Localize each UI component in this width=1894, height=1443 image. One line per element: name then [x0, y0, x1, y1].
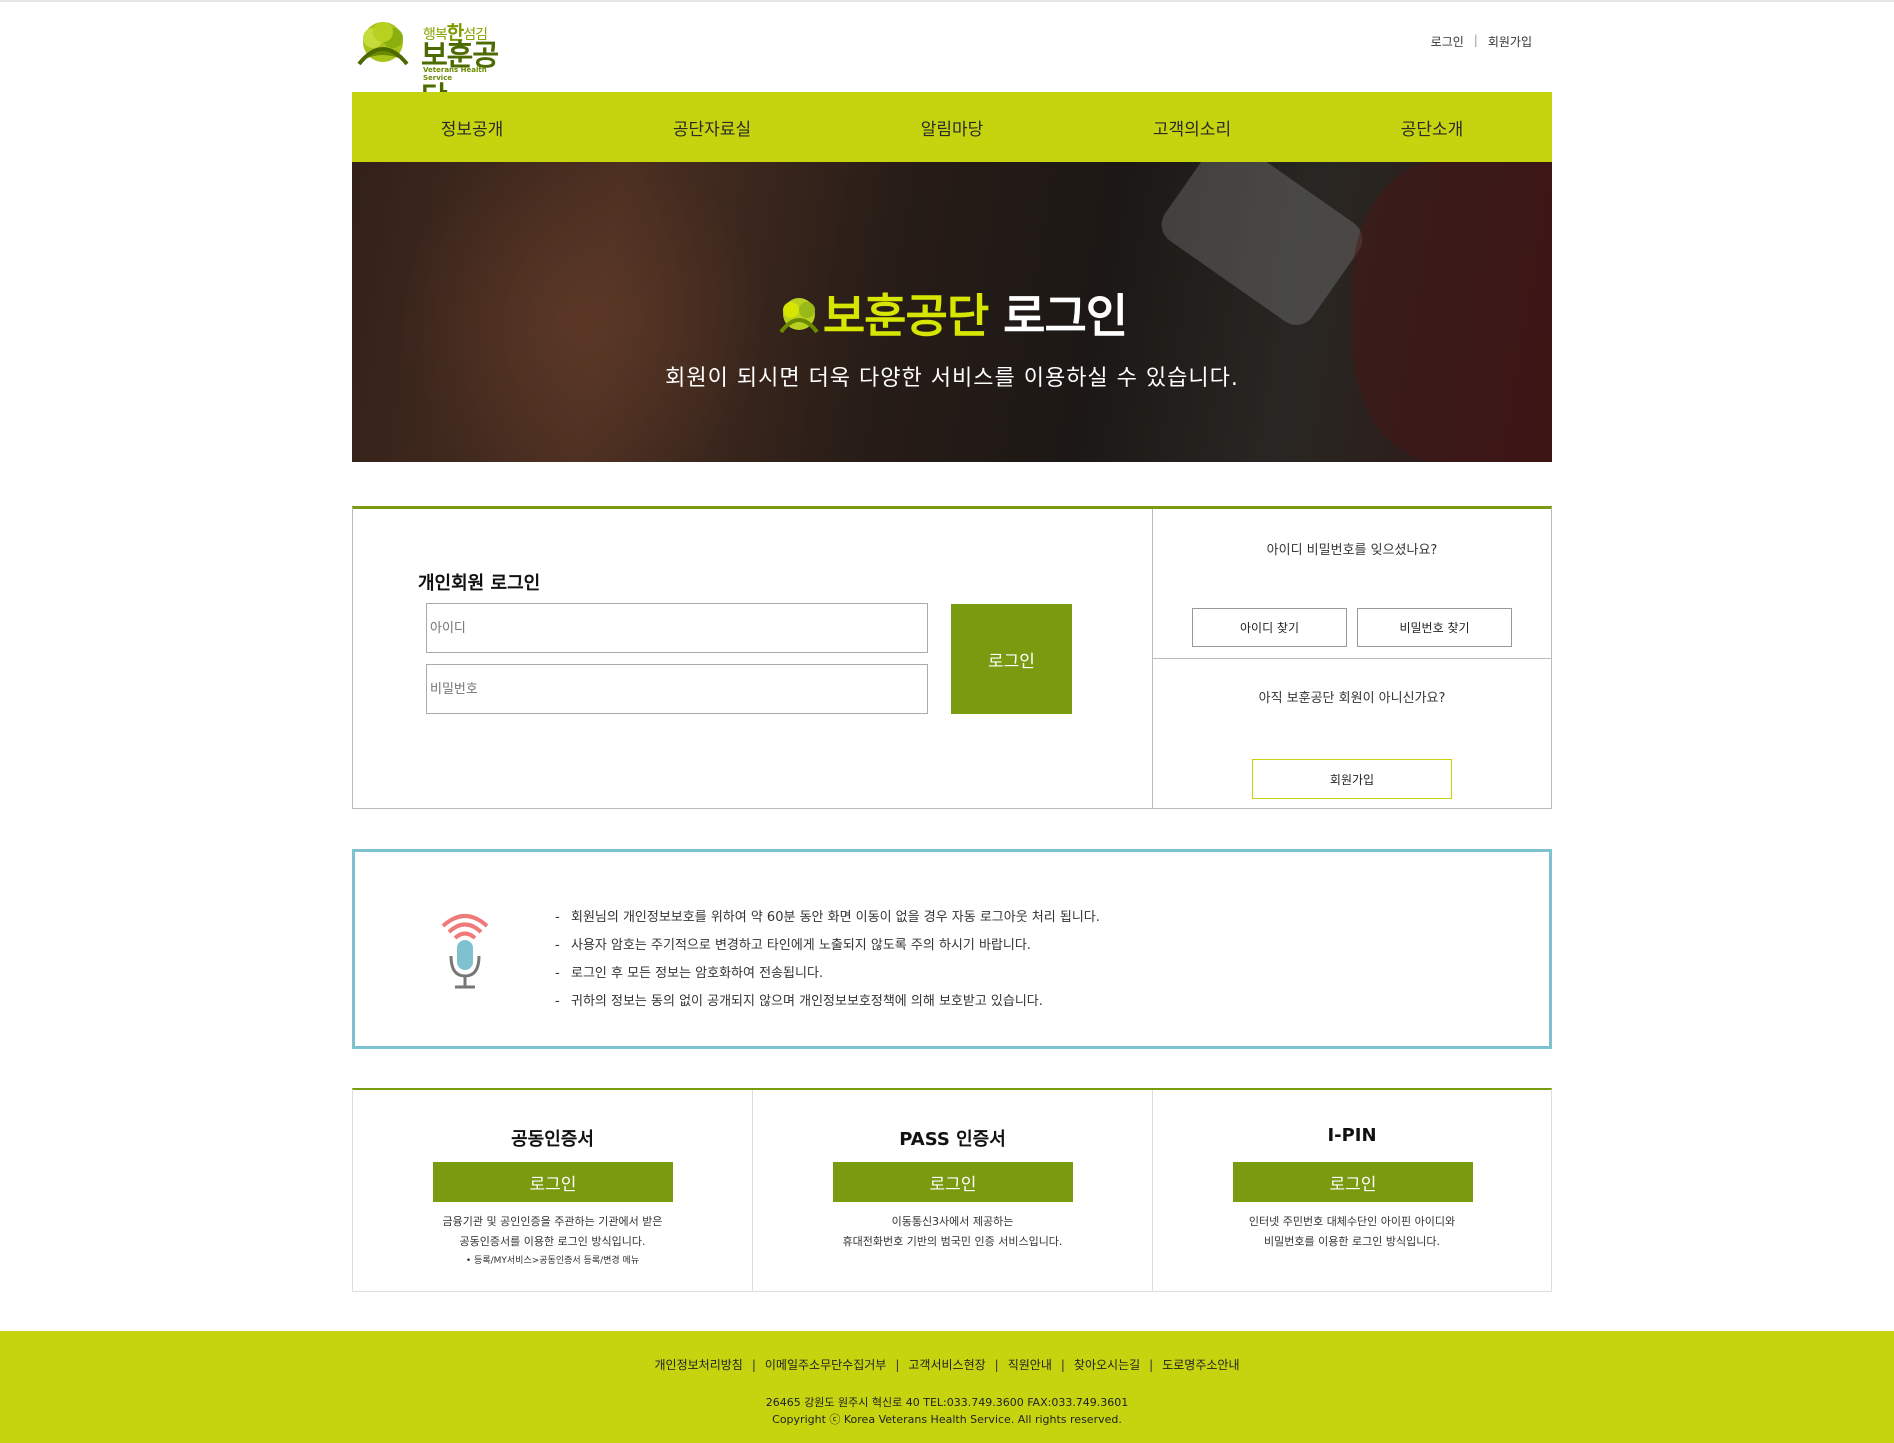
main-nav: 정보공개 공단자료실 알림마당 고객의소리 공단소개 — [352, 92, 1552, 162]
brand-mark-icon — [779, 298, 819, 334]
footer-link-directions[interactable]: 찾아오시는길 — [1074, 1358, 1140, 1372]
nav-item-notice[interactable]: 알림마당 — [832, 92, 1072, 162]
find-password-button[interactable]: 비밀번호 찾기 — [1357, 608, 1512, 647]
microphone-icon — [441, 914, 489, 989]
footer-info: 26465 강원도 원주시 혁신로 40 TEL:033.749.3600 FA… — [0, 1394, 1894, 1428]
cert-description: 이동통신3사에서 제공하는 휴대전화번호 기반의 범국민 인증 서비스입니다. — [842, 1215, 1063, 1248]
forgot-question: 아이디 비밀번호를 잊으셨나요? — [1266, 543, 1438, 558]
password-input[interactable] — [426, 664, 928, 714]
login-form-area: 개인회원 로그인 로그인 — [353, 509, 1153, 808]
footer-address: 26465 강원도 원주시 혁신로 40 TEL:033.749.3600 FA… — [765, 1396, 1129, 1409]
cert-description: 인터넷 주민번호 대체수단인 아이핀 아이디와 비밀번호를 이용한 로그인 방식입… — [1248, 1215, 1456, 1248]
logo-english: Veterans Health Service — [423, 66, 487, 82]
cert-ipin-login-button[interactable]: 로그인 — [1233, 1162, 1473, 1202]
notice-item: - 로그인 후 모든 정보는 암호화하여 전송됩니다. — [555, 966, 824, 981]
footer-link-charter[interactable]: 고객서비스현장 — [908, 1358, 985, 1372]
notice-item: - 사용자 암호는 주기적으로 변경하고 타인에게 노출되지 않도록 주의 하시기… — [555, 938, 1031, 953]
cert-ipin: I-PIN 로그인 인터넷 주민번호 대체수단인 아이핀 아이디와 비밀번호를 이… — [1153, 1090, 1551, 1291]
certificate-login-area: 공동인증서 로그인 금융기관 및 공인인증을 주관하는 기관에서 받은 공동인증서… — [352, 1088, 1552, 1292]
cert-pass: PASS 인증서 로그인 이동통신3사에서 제공하는 휴대전화번호 기반의 범국민… — [753, 1090, 1153, 1291]
nav-item-archive[interactable]: 공단자료실 — [592, 92, 832, 162]
util-separator: | — [1473, 33, 1478, 47]
logo-mark-icon — [357, 22, 409, 66]
nav-item-about[interactable]: 공단소개 — [1312, 92, 1552, 162]
util-login-link[interactable]: 로그인 — [1431, 33, 1464, 50]
footer-link-privacy[interactable]: 개인정보처리방침 — [655, 1358, 743, 1372]
hero-banner: 보훈공단 로그인 회원이 되시면 더욱 다양한 서비스를 이용하실 수 있습니다… — [352, 162, 1552, 462]
nav-item-info[interactable]: 정보공개 — [352, 92, 592, 162]
cert-description: 금융기관 및 공인인증을 주관하는 기관에서 받은 공동인증서를 이용한 로그인 … — [442, 1215, 663, 1248]
site-logo[interactable]: 행복한섬김 보훈공단 Veterans Health Service — [355, 14, 515, 114]
utility-menu: 로그인 | 회원가입 — [1431, 33, 1532, 50]
top-border — [0, 0, 1894, 2]
notice-list: - 회원님의 개인정보보호를 위하여 약 60분 동안 화면 이동이 없을 경우 … — [555, 904, 1100, 1016]
join-button[interactable]: 회원가입 — [1252, 759, 1452, 799]
login-button[interactable]: 로그인 — [951, 604, 1072, 714]
cert-title: 공동인증서 — [511, 1129, 594, 1150]
util-join-link[interactable]: 회원가입 — [1488, 33, 1532, 50]
login-title: 개인회원 로그인 — [418, 573, 541, 594]
banner-title: 보훈공단 로그인 — [352, 280, 1552, 346]
notice-item: - 회원님의 개인정보보호를 위하여 약 60분 동안 화면 이동이 없을 경우 … — [555, 910, 1100, 925]
banner-subtitle: 회원이 되시면 더욱 다양한 서비스를 이용하실 수 있습니다. — [665, 366, 1239, 391]
join-area: 아직 보훈공단 회원이 아니신가요? 회원가입 — [1153, 659, 1551, 809]
cert-pass-login-button[interactable]: 로그인 — [833, 1162, 1073, 1202]
site-footer: 개인정보처리방침 | 이메일주소무단수집거부 | 고객서비스현장 | 직원안내 | 찾아오시는길… — [0, 1331, 1894, 1443]
cert-joint-login-button[interactable]: 로그인 — [433, 1162, 673, 1202]
banner-title-text: 로그인 — [1003, 289, 1128, 343]
not-member-question: 아직 보훈공단 회원이 아니신가요? — [1258, 691, 1446, 706]
cert-note: • 등록/MY서비스>공동인증서 등록/변경 메뉴 — [465, 1256, 640, 1266]
login-panel: 개인회원 로그인 로그인 아이디 비밀번호를 잊으셨나요? 아이디 찾기 비밀번… — [352, 506, 1552, 809]
footer-copyright: Copyright ⓒ Korea Veterans Health Servic… — [772, 1413, 1122, 1426]
security-notice: - 회원님의 개인정보보호를 위하여 약 60분 동안 화면 이동이 없을 경우 … — [352, 849, 1552, 1049]
cert-title: I-PIN — [1327, 1125, 1377, 1146]
cert-joint: 공동인증서 로그인 금융기관 및 공인인증을 주관하는 기관에서 받은 공동인증서… — [353, 1090, 753, 1291]
cert-title: PASS 인증서 — [899, 1129, 1006, 1150]
footer-link-staff[interactable]: 직원안내 — [1008, 1358, 1052, 1372]
footer-links: 개인정보처리방침 | 이메일주소무단수집거부 | 고객서비스현장 | 직원안내 | 찾아오시는길… — [654, 1358, 1240, 1372]
footer-link-address[interactable]: 도로명주소안내 — [1162, 1358, 1239, 1372]
footer-link-email[interactable]: 이메일주소무단수집거부 — [765, 1358, 886, 1372]
find-account-area: 아이디 비밀번호를 잊으셨나요? 아이디 찾기 비밀번호 찾기 — [1153, 509, 1551, 659]
notice-item: - 귀하의 정보는 동의 없이 공개되지 않으며 개인정보보호정책에 의해 보호받… — [555, 994, 1043, 1009]
find-id-button[interactable]: 아이디 찾기 — [1192, 608, 1347, 647]
banner-brand: 보훈공단 — [822, 289, 989, 343]
id-input[interactable] — [426, 603, 928, 653]
nav-item-voice[interactable]: 고객의소리 — [1072, 92, 1312, 162]
